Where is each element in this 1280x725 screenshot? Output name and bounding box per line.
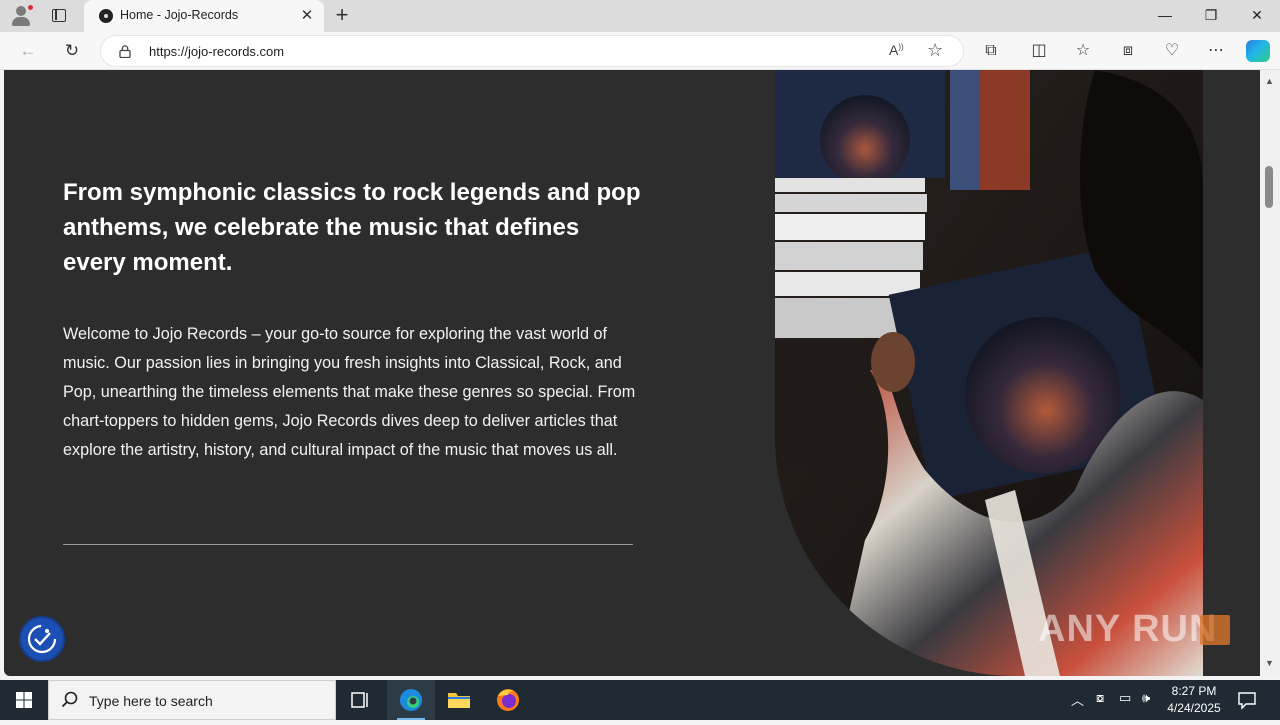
right-margin <box>1203 70 1260 676</box>
active-tab[interactable]: Home - Jojo-Records ✕ <box>84 0 324 32</box>
tab-actions-icon[interactable] <box>48 6 70 26</box>
show-hidden-icons-chevron[interactable]: ︿ <box>1071 690 1084 709</box>
start-button[interactable] <box>0 680 48 720</box>
favorite-star-icon[interactable]: ☆ <box>927 40 943 61</box>
minimize-button[interactable]: — <box>1142 0 1188 32</box>
url-text[interactable]: https://jojo-records.com <box>149 44 284 59</box>
close-tab-icon[interactable]: ✕ <box>298 7 316 25</box>
read-aloud-icon[interactable]: A)) <box>889 42 904 58</box>
anyrun-watermark: ANY RUN <box>1038 608 1218 650</box>
new-tab-button[interactable]: + <box>330 4 354 28</box>
profile-avatar-icon[interactable] <box>8 4 34 28</box>
page-viewport: From symphonic classics to rock legends … <box>4 70 1260 676</box>
favorites-icon[interactable]: ☆ <box>1072 40 1094 62</box>
edge-taskbar-icon[interactable] <box>387 680 435 720</box>
settings-more-icon[interactable]: ⋯ <box>1205 40 1227 62</box>
site-favicon-icon <box>99 9 113 23</box>
task-view-icon[interactable] <box>336 680 384 720</box>
split-screen-icon[interactable]: ◫ <box>1028 40 1050 62</box>
tab-title: Home - Jojo-Records <box>120 8 239 22</box>
taskbar-search-box[interactable]: Type here to search <box>48 680 336 720</box>
scroll-down-icon[interactable]: ▼ <box>1265 658 1274 668</box>
clock-date: 4/24/2025 <box>1167 701 1221 715</box>
back-arrow-icon[interactable]: ← <box>15 39 41 63</box>
browser-tab-strip: Home - Jojo-Records ✕ + — ❐ ✕ <box>0 0 1280 32</box>
watermark-badge <box>1200 615 1230 645</box>
scrollbar-thumb[interactable] <box>1265 166 1273 208</box>
file-explorer-icon[interactable] <box>435 680 483 720</box>
collections-icon[interactable]: ⧈ <box>1117 40 1139 62</box>
copilot-icon[interactable] <box>1246 40 1270 62</box>
section-divider <box>63 544 633 545</box>
hero-photo <box>775 70 1203 676</box>
lock-icon <box>119 45 131 58</box>
volume-icon[interactable]: 🕪 <box>1142 690 1150 706</box>
network-icon[interactable]: ▭ <box>1119 690 1131 706</box>
browser-toolbar: ← ↻ https://jojo-records.com A)) ☆ ⧉ ◫ ☆… <box>0 32 1280 70</box>
address-bar[interactable]: https://jojo-records.com A)) ☆ <box>100 35 964 67</box>
hero-headline: From symphonic classics to rock legends … <box>63 179 641 276</box>
intro-paragraph: Welcome to Jojo Records – your go-to sou… <box>63 325 636 459</box>
windows-taskbar: Type here to search ︿ ⧇ ▭ 🕪 8:27 PM 4/24… <box>0 680 1280 720</box>
browser-essentials-icon[interactable]: ♡ <box>1161 40 1183 62</box>
close-window-button[interactable]: ✕ <box>1234 0 1280 32</box>
extensions-icon[interactable]: ⧉ <box>980 40 1002 62</box>
scroll-up-icon[interactable]: ▲ <box>1265 76 1274 86</box>
search-placeholder: Type here to search <box>89 693 213 709</box>
search-icon <box>61 691 78 708</box>
windows-logo-icon <box>16 692 32 708</box>
accessibility-icon <box>27 624 57 654</box>
accessibility-button[interactable] <box>19 616 65 662</box>
notification-dot <box>27 4 34 11</box>
restore-button[interactable]: ❐ <box>1188 0 1234 32</box>
taskbar-clock[interactable]: 8:27 PM 4/24/2025 <box>1162 683 1226 717</box>
page-scrollbar[interactable]: ▲ ▼ <box>1260 70 1280 676</box>
meet-now-icon[interactable]: ⧇ <box>1096 690 1104 706</box>
notification-center-icon[interactable] <box>1236 689 1258 711</box>
firefox-icon[interactable] <box>484 680 532 720</box>
refresh-icon[interactable]: ↻ <box>59 39 85 63</box>
clock-time: 8:27 PM <box>1171 684 1217 698</box>
